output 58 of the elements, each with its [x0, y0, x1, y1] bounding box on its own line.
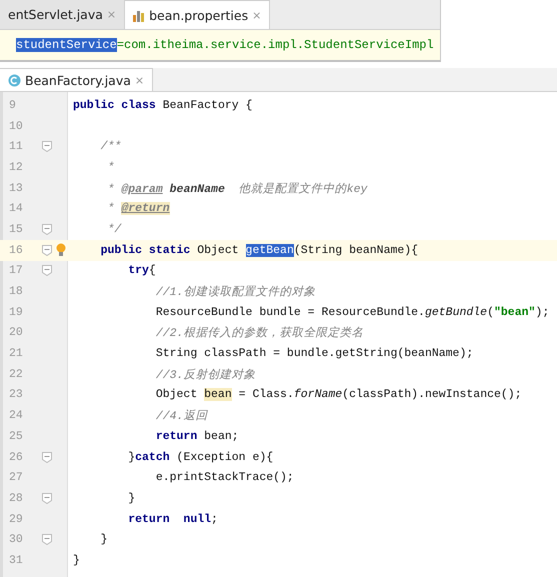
line-number: 9: [9, 98, 16, 112]
line-number: 27: [9, 471, 23, 484]
line-number: 17: [9, 264, 23, 278]
code-line: return null;: [127, 512, 218, 526]
line-number: 31: [9, 554, 23, 567]
code-line: public static Object getBean(String beanName){: [100, 244, 418, 257]
editor-tab[interactable]: BeanFactory.java ×: [0, 68, 154, 91]
code-line: }: [100, 533, 108, 546]
code-line: return bean;: [154, 430, 239, 443]
code-line: public class BeanFactory {: [72, 98, 252, 112]
line-number: 24: [9, 409, 23, 422]
code-line: }: [127, 492, 136, 505]
line-number: 18: [9, 285, 23, 298]
line-number: 28: [9, 492, 23, 505]
fold-marker-icon[interactable]: [42, 534, 52, 546]
code-line: }: [72, 554, 80, 567]
editor-tab[interactable]: bean.properties ×: [125, 0, 270, 29]
code-line: }catch (Exception e){: [127, 450, 274, 464]
code-line: * @param beanName 他就是配置文件中的key: [106, 182, 368, 196]
properties-file-icon: [133, 8, 146, 22]
code-line: /**: [100, 140, 122, 154]
code-line: * @return: [106, 202, 170, 216]
code-line: ResourceBundle bundle = ResourceBundle.getBundle("bean");: [154, 306, 550, 319]
line-number: 19: [9, 306, 23, 319]
line-number: 25: [9, 430, 23, 443]
line-number: 26: [9, 450, 23, 464]
code-line: */: [106, 222, 122, 236]
code-line: e.printStackTrace();: [154, 471, 294, 484]
line-number: 13: [9, 182, 23, 195]
code-line: *: [106, 160, 114, 174]
line-number: 21: [9, 347, 23, 360]
code-line: try{: [127, 264, 156, 278]
line-number: 12: [9, 160, 23, 174]
code-line: //3.反射创建对象: [154, 368, 256, 382]
code-line: //2.根据传入的参数，获取全限定类名: [154, 325, 364, 340]
fold-marker-icon[interactable]: [42, 224, 52, 235]
fold-marker-icon[interactable]: [42, 244, 52, 256]
line-number: 30: [9, 533, 23, 546]
fold-marker-icon[interactable]: [42, 141, 52, 152]
line-number: 16: [9, 244, 23, 257]
editor-tab[interactable]: entServlet.java ×: [0, 0, 126, 29]
lightbulb-icon[interactable]: [56, 243, 66, 258]
code-line: Object bean = Class.forName(classPath).newInstance();: [154, 388, 522, 402]
fold-marker-icon[interactable]: [42, 452, 52, 463]
code-line: String classPath = bundle.getString(beanName);: [154, 347, 474, 360]
line-number: 15: [9, 222, 23, 236]
line-number: 10: [9, 120, 23, 133]
fold-marker-icon[interactable]: [42, 492, 52, 504]
code-line: //4.返回: [154, 408, 208, 424]
code-line: //1.创建读取配置文件的对象: [154, 284, 316, 300]
line-number: 14: [9, 202, 23, 216]
class-file-icon: [8, 74, 21, 86]
line-number: 29: [9, 512, 23, 526]
fold-marker-icon[interactable]: [42, 265, 52, 276]
line-number: 11: [9, 140, 23, 154]
line-number: 23: [9, 388, 23, 402]
line-number: 22: [9, 368, 23, 381]
line-number: 20: [9, 326, 23, 340]
